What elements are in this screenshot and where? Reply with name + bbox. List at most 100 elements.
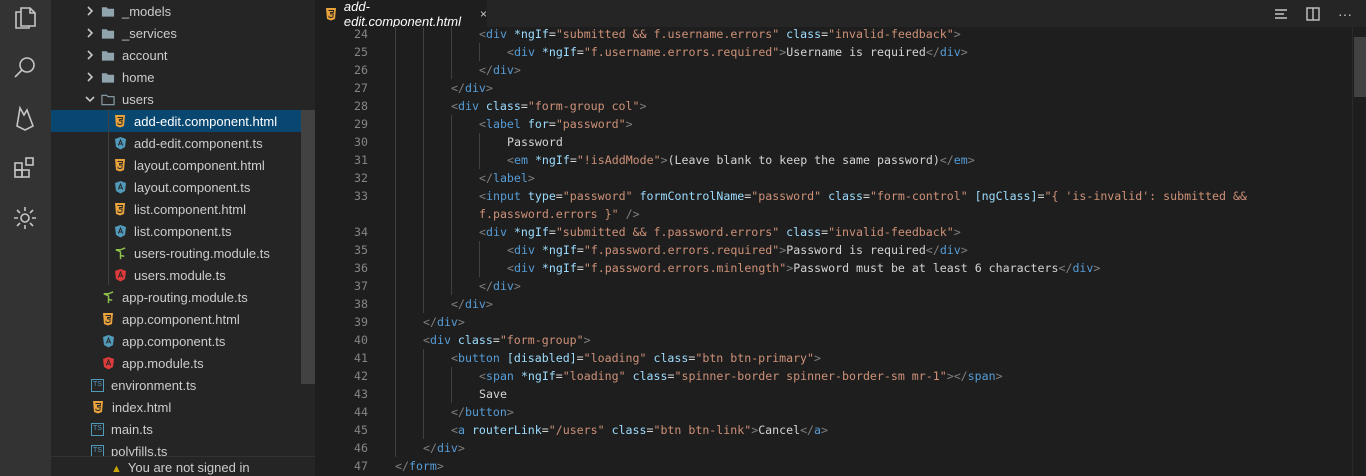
file-item[interactable]: layout.component.html xyxy=(51,154,301,176)
file-label: list.component.ts xyxy=(134,223,232,239)
angular-module-icon xyxy=(113,268,127,282)
code-line: <input type="password" formControlName="… xyxy=(479,189,1247,203)
indent-guide xyxy=(423,385,424,403)
warning-icon: ▲ xyxy=(111,463,122,475)
file-item[interactable]: list.component.ts xyxy=(51,220,301,242)
indent-guide xyxy=(451,205,452,223)
file-item[interactable]: app.component.html xyxy=(51,308,301,330)
indent-guide xyxy=(395,97,396,115)
indent-guide xyxy=(395,115,396,133)
file-label: app.component.ts xyxy=(122,333,226,349)
accounts-status[interactable]: ▲ You are not signed in xyxy=(51,456,315,476)
indent-guide xyxy=(423,61,424,79)
file-label: list.component.html xyxy=(134,201,246,217)
code-line: f.password.errors }" /> xyxy=(479,207,640,221)
indent-guide xyxy=(423,133,424,151)
line-number: 36 xyxy=(354,261,368,275)
line-number: 47 xyxy=(354,459,368,473)
file-label: layout.component.ts xyxy=(134,179,251,195)
extensions-icon[interactable] xyxy=(12,155,38,181)
folder-item[interactable]: home xyxy=(51,66,301,88)
open-changes-icon[interactable] xyxy=(1272,5,1290,23)
file-label: main.ts xyxy=(111,421,153,437)
indent-guide xyxy=(423,223,424,241)
routing-icon xyxy=(101,290,115,304)
indent-guide xyxy=(395,169,396,187)
file-label: layout.component.html xyxy=(134,157,265,173)
code-line: <span *ngIf="loading" class="spinner-bor… xyxy=(479,369,1003,383)
chevron-right-icon[interactable] xyxy=(83,4,97,18)
file-label: home xyxy=(122,69,155,85)
file-item[interactable]: add-edit.component.ts xyxy=(51,132,301,154)
indent-guide xyxy=(395,205,396,223)
indent-guide xyxy=(479,133,480,151)
chevron-right-icon[interactable] xyxy=(83,26,97,40)
indent-guide xyxy=(395,295,396,313)
code-line: <div *ngIf="submitted && f.username.erro… xyxy=(479,27,961,41)
file-item[interactable]: app.module.ts xyxy=(51,352,301,374)
indent-guide xyxy=(451,115,452,133)
files-icon[interactable] xyxy=(12,5,38,31)
chevron-down-icon[interactable] xyxy=(83,92,97,106)
line-number: 33 xyxy=(354,189,368,203)
indent-guide xyxy=(479,151,480,169)
indent-guide xyxy=(395,277,396,295)
code-line: <div *ngIf="f.password.errors.minlength"… xyxy=(507,261,1101,275)
close-icon[interactable]: × xyxy=(480,7,487,21)
code-line: <div *ngIf="submitted && f.password.erro… xyxy=(479,225,961,239)
code-editor[interactable]: 24 <div *ngIf="submitted && f.username.er… xyxy=(315,27,1366,476)
indent-guide xyxy=(395,349,396,367)
gear-icon[interactable] xyxy=(12,205,38,231)
indent-guide xyxy=(451,277,452,295)
folder-item[interactable]: _services xyxy=(51,22,301,44)
file-item[interactable]: list.component.html xyxy=(51,198,301,220)
tab-add-edit-component-html[interactable]: add-edit.component.html × xyxy=(315,0,487,29)
editor-scrollbar[interactable] xyxy=(1352,27,1366,476)
html5-icon xyxy=(325,7,338,21)
folder-item[interactable]: _models xyxy=(51,0,301,22)
line-number: 24 xyxy=(354,27,368,41)
line-number: 43 xyxy=(354,387,368,401)
more-actions-icon[interactable]: ··· xyxy=(1336,5,1354,23)
explorer-sidebar: _models _servicesaccount home users add-edit… xyxy=(51,0,315,476)
chevron-right-icon[interactable] xyxy=(83,70,97,84)
folder-item[interactable]: users xyxy=(51,88,301,110)
line-number: 41 xyxy=(354,351,368,365)
html5-icon xyxy=(113,202,127,216)
indent-guide xyxy=(423,151,424,169)
indent-guide xyxy=(451,241,452,259)
file-item[interactable]: users-routing.module.ts xyxy=(51,242,301,264)
code-line: </div> xyxy=(423,315,465,329)
sidebar-scrollbar[interactable] xyxy=(301,110,315,384)
file-item[interactable]: users.module.ts xyxy=(51,264,301,286)
file-item[interactable]: TS environment.ts xyxy=(51,374,301,396)
indent-guide xyxy=(395,385,396,403)
line-number: 30 xyxy=(354,135,368,149)
file-item[interactable]: add-edit.component.html xyxy=(51,110,301,132)
html5-icon xyxy=(101,312,115,326)
file-item[interactable]: index.html xyxy=(51,396,301,418)
code-line: Save xyxy=(479,387,507,401)
folder-icon xyxy=(101,26,115,40)
firebase-icon[interactable] xyxy=(12,105,38,131)
html5-icon xyxy=(113,114,127,128)
chevron-right-icon[interactable] xyxy=(83,48,97,62)
file-item[interactable]: layout.component.ts xyxy=(51,176,301,198)
indent-guide xyxy=(451,133,452,151)
code-line: <div class="form-group col"> xyxy=(451,99,647,113)
file-item[interactable]: app-routing.module.ts xyxy=(51,286,301,308)
search-icon[interactable] xyxy=(12,55,38,81)
editor-scroll-thumb[interactable] xyxy=(1354,37,1366,97)
file-item[interactable]: TS main.ts xyxy=(51,418,301,440)
folder-item[interactable]: account xyxy=(51,44,301,66)
file-label: _services xyxy=(122,25,177,41)
code-line: <em *ngIf="!isAddMode">(Leave blank to k… xyxy=(507,153,975,167)
angular-component-icon xyxy=(113,136,127,150)
file-item[interactable]: app.component.ts xyxy=(51,330,301,352)
typescript-icon: TS xyxy=(91,378,104,392)
indent-guide xyxy=(395,133,396,151)
code-line: </div> xyxy=(479,63,521,77)
file-label: add-edit.component.html xyxy=(134,113,278,129)
line-number: 26 xyxy=(354,63,368,77)
split-editor-icon[interactable] xyxy=(1304,5,1322,23)
